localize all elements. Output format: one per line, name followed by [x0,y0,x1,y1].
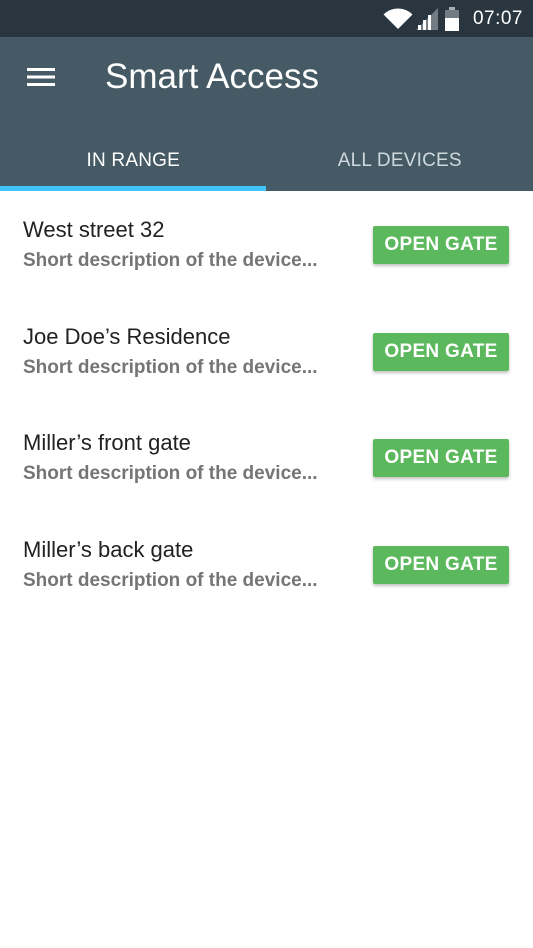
list-item[interactable]: Miller’s front gate Short description of… [0,404,533,511]
list-item[interactable]: Joe Doe’s Residence Short description of… [0,298,533,405]
status-time: 07:07 [472,7,523,29]
tab-label: IN RANGE [86,150,180,171]
tab-in-range[interactable]: IN RANGE [0,131,267,191]
hamburger-menu-icon [27,67,55,92]
open-gate-button[interactable]: OPEN GATE [373,226,509,264]
battery-icon [444,6,459,31]
device-list: West street 32 Short description of the … [0,191,533,617]
device-description: Short description of the device... [23,569,318,591]
open-gate-button[interactable]: OPEN GATE [373,439,509,477]
device-name: Miller’s back gate [23,536,194,562]
menu-button[interactable] [16,57,66,101]
open-gate-button[interactable]: OPEN GATE [373,545,509,584]
device-name: Miller’s front gate [23,430,191,455]
device-description: Short description of the device... [23,463,318,484]
list-item[interactable]: West street 32 Short description of the … [0,191,533,298]
page-title: Smart Access [105,57,319,96]
app-bar: Smart Access IN RANGE ALL DEVICES [0,37,533,191]
status-bar: 07:07 [0,0,533,37]
signal-icon [415,7,438,30]
device-description: Short description of the device... [23,250,318,271]
open-gate-button[interactable]: OPEN GATE [373,332,509,371]
status-icons: 07:07 [383,0,523,37]
wifi-icon [383,7,413,30]
device-name: Joe Doe’s Residence [23,323,231,349]
tab-bar: IN RANGE ALL DEVICES [0,131,533,191]
list-item[interactable]: Miller’s back gate Short description of … [0,511,533,618]
tab-label: ALL DEVICES [337,150,462,171]
device-description: Short description of the device... [23,356,318,378]
tab-all-devices[interactable]: ALL DEVICES [267,131,533,191]
device-name: West street 32 [23,217,165,242]
